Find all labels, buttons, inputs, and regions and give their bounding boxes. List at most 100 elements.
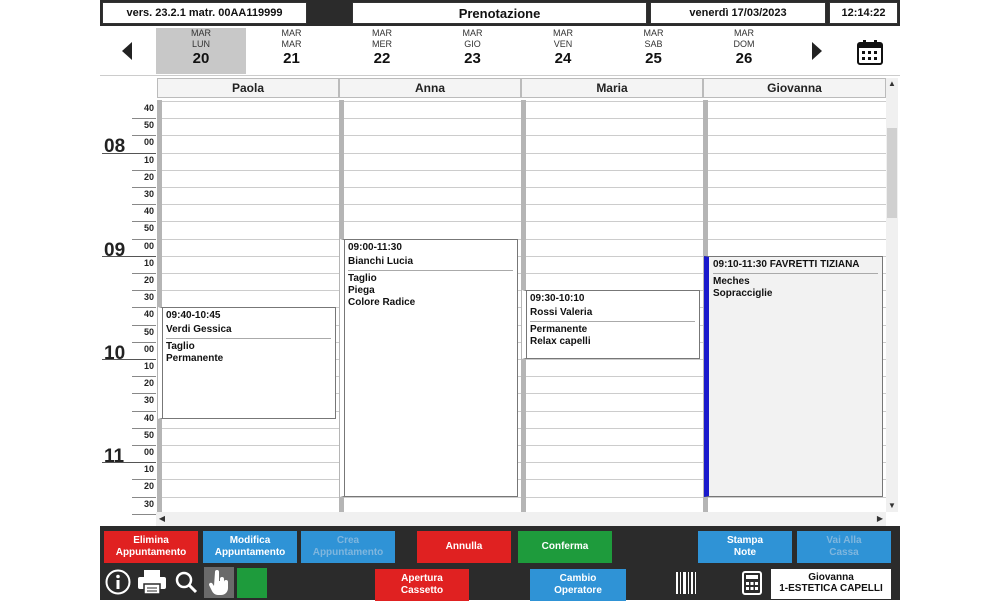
minute-label: 40 — [143, 206, 154, 217]
open-drawer-button[interactable]: Apertura Cassetto — [375, 569, 469, 601]
scroll-up-arrow-icon[interactable]: ▲ — [886, 78, 898, 90]
scroll-right-arrow-icon[interactable]: ▶ — [874, 512, 886, 526]
appointment-divider — [713, 272, 878, 274]
appointment-time: 09:00-11:30 — [348, 241, 402, 253]
appointment-card[interactable]: 09:40-10:45 Verdi Gessica Taglio Permanente — [158, 307, 336, 420]
day-number: 21 — [283, 50, 300, 67]
appointment-card[interactable]: 09:10-11:30 FAVRETTI TIZIANA Meches Soprac… — [704, 255, 883, 497]
minute-label: 00 — [143, 240, 154, 251]
minute-label: 20 — [143, 481, 154, 492]
change-operator-button[interactable]: Cambio Operatore — [530, 569, 626, 601]
time-tick — [132, 445, 156, 446]
day-23[interactable]: MAR GIO 23 — [428, 28, 518, 74]
minute-label: 30 — [143, 498, 154, 509]
day-weekday: LUN — [191, 39, 210, 49]
go-to-cash-button[interactable]: Vai Alla Cassa — [797, 531, 891, 563]
next-week-arrow-icon[interactable] — [806, 38, 828, 64]
vertical-scrollbar[interactable]: ▲ ▼ — [886, 78, 898, 512]
scroll-left-arrow-icon[interactable]: ◀ — [156, 512, 168, 526]
hour-label: 09 — [104, 239, 126, 261]
day-month: MAR — [372, 28, 392, 38]
day-weekday: MAR — [281, 39, 302, 49]
operator-header-giovanna[interactable]: Giovanna — [703, 78, 886, 98]
date-label: venerdì 17/03/2023 — [650, 2, 826, 24]
time-tick — [132, 307, 156, 309]
appointment-service: Colore Radice — [348, 296, 416, 308]
bottom-toolbar: Elimina Appuntamento Modifica Appuntamen… — [100, 526, 900, 601]
minute-label: 20 — [143, 378, 154, 389]
appointment-divider — [530, 321, 695, 323]
calendar-icon[interactable] — [856, 38, 884, 66]
print-notes-button[interactable]: Stampa Note — [698, 531, 792, 563]
day-25[interactable]: MAR SAB 25 — [609, 28, 699, 74]
day-number: 24 — [554, 50, 572, 67]
page-title: Prenotazione — [352, 2, 647, 24]
day-month: MAR — [643, 28, 664, 38]
minute-label: 10 — [143, 464, 154, 475]
pointer-hand-icon[interactable] — [204, 567, 234, 598]
appointment-service: Permanente — [530, 324, 588, 336]
time-tick — [132, 376, 156, 378]
appointment-service: Permanente — [166, 353, 224, 365]
appointment-service: Meches — [713, 275, 750, 287]
day-number: 23 — [464, 50, 481, 67]
operator-header-paola[interactable]: Paola — [157, 78, 339, 98]
create-appointment-button[interactable]: Crea Appuntamento — [301, 531, 395, 563]
day-number: 26 — [735, 50, 753, 67]
barcode-icon[interactable] — [674, 570, 698, 596]
operator-header-anna[interactable]: Anna — [339, 78, 521, 98]
time-tick — [132, 118, 156, 120]
time-tick — [132, 290, 156, 292]
hour-label: 08 — [104, 136, 126, 158]
minute-label: 00 — [143, 447, 154, 457]
appointment-client: Rossi Valeria — [530, 307, 593, 319]
search-icon[interactable] — [172, 568, 200, 596]
minute-label: 50 — [143, 326, 154, 337]
version-label: vers. 23.2.1 matr. 00AA119999 — [102, 2, 307, 24]
day-26[interactable]: MAR DOM 26 — [699, 28, 789, 74]
minute-label: 10 — [143, 154, 154, 165]
info-icon[interactable] — [104, 568, 132, 596]
day-22[interactable]: MAR MER 22 — [337, 28, 427, 74]
day-month: MAR — [553, 28, 573, 38]
minute-label: 20 — [143, 275, 154, 285]
current-operator-role: 1-ESTETICA CAPELLI — [779, 583, 883, 594]
appointment-service: Taglio — [348, 272, 377, 284]
delete-appointment-button[interactable]: Elimina Appuntamento — [104, 531, 198, 563]
time-tick — [132, 204, 156, 206]
minute-label: 00 — [143, 137, 154, 148]
appointment-time: 09:30-10:10 — [530, 293, 585, 305]
appointment-card[interactable]: 09:30-10:10 Rossi Valeria Permanente Relax … — [522, 290, 700, 359]
confirm-button[interactable]: Conferma — [518, 531, 612, 563]
time-tick — [132, 221, 156, 223]
calculator-icon[interactable] — [740, 570, 764, 596]
day-number: 25 — [645, 50, 662, 67]
hour-label: 11 — [104, 446, 125, 467]
minute-label: 50 — [143, 429, 154, 440]
operator-header-maria[interactable]: Maria — [521, 78, 703, 98]
status-color-swatch[interactable] — [237, 568, 267, 598]
printer-icon[interactable] — [136, 568, 168, 596]
appointment-card[interactable]: 09:00-11:30 Bianchi Lucia Taglio Piega Color… — [340, 238, 518, 497]
vertical-scroll-thumb[interactable] — [887, 128, 897, 218]
previous-week-arrow-icon[interactable] — [116, 38, 138, 64]
day-24[interactable]: MAR VEN 24 — [518, 28, 608, 74]
current-operator-box[interactable]: Giovanna 1-ESTETICA CAPELLI — [771, 569, 891, 599]
day-weekday: SAB — [644, 39, 663, 49]
minute-label: 40 — [143, 309, 154, 320]
time-tick — [132, 393, 156, 395]
cancel-button[interactable]: Annulla — [417, 531, 511, 563]
day-21[interactable]: MAR MAR 21 — [247, 28, 337, 74]
minute-label: 10 — [143, 361, 154, 371]
day-20[interactable]: MAR LUN 20 — [156, 28, 246, 74]
scroll-down-arrow-icon[interactable]: ▼ — [886, 500, 898, 512]
day-weekday: MER — [372, 39, 392, 49]
time-tick — [132, 238, 156, 240]
time-tick — [132, 187, 156, 188]
minute-label: 00 — [143, 343, 154, 354]
minute-label: 30 — [143, 292, 154, 303]
horizontal-scrollbar[interactable]: ◀ ▶ — [156, 512, 886, 526]
clock-label: 12:14:22 — [829, 2, 898, 24]
edit-appointment-button[interactable]: Modifica Appuntamento — [203, 531, 297, 563]
minute-label: 30 — [143, 189, 154, 199]
